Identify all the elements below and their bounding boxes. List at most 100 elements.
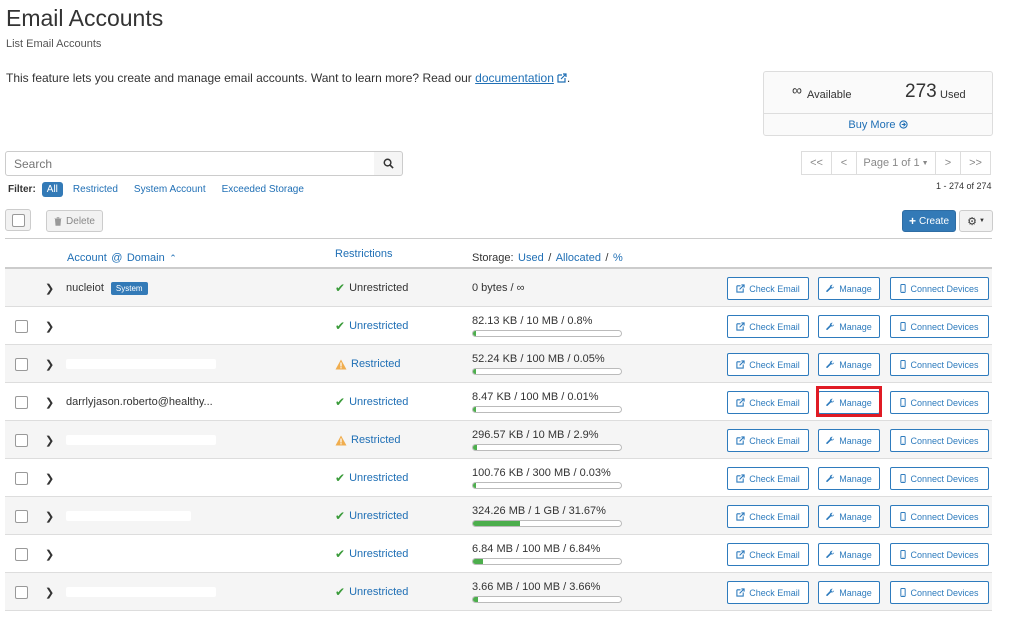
create-button[interactable]: + Create [902,210,956,232]
quota-summary: ∞ Available 273 Used [764,72,992,114]
connect-devices-button[interactable]: Connect Devices [890,353,989,376]
storage-cell: 52.24 KB / 100 MB / 0.05% [472,345,622,383]
expand-chevron-icon[interactable]: ❯ [45,269,54,307]
search-input[interactable] [5,151,375,176]
restriction-status[interactable]: Unrestricted [349,548,408,560]
expand-chevron-icon[interactable]: ❯ [45,345,54,383]
check-email-label: Check Email [749,587,800,598]
expand-chevron-icon[interactable]: ❯ [45,573,54,611]
select-all-button[interactable] [5,209,31,231]
restriction-status[interactable]: Restricted [351,358,401,370]
expand-chevron-icon[interactable]: ❯ [45,535,54,573]
restriction-status[interactable]: Unrestricted [349,472,408,484]
sort-percent[interactable]: % [613,252,623,264]
last-page-button[interactable]: >> [960,151,991,175]
manage-label: Manage [839,283,872,294]
table-row: ❯ ✔ Unrestricted 6.84 MB / 100 MB / 6.84% Ch… [5,535,992,573]
check-email-button[interactable]: Check Email [727,353,809,376]
row-checkbox[interactable] [15,319,28,333]
sort-used[interactable]: Used [518,252,544,264]
manage-button[interactable]: Manage [818,315,880,338]
external-link-icon [736,512,745,521]
storage-bar-fill [473,559,484,564]
select-all-checkbox[interactable] [11,213,25,227]
connect-devices-button[interactable]: Connect Devices [890,581,989,604]
restriction-status[interactable]: Unrestricted [349,586,408,598]
check-email-label: Check Email [749,283,800,294]
row-checkbox[interactable] [15,395,28,409]
storage-cell: 296.57 KB / 10 MB / 2.9% [472,421,622,459]
available-label: Available [807,89,852,101]
connect-devices-label: Connect Devices [910,397,979,408]
connect-devices-button[interactable]: Connect Devices [890,543,989,566]
manage-button[interactable]: Manage [818,581,880,604]
check-email-button[interactable]: Check Email [727,505,809,528]
connect-devices-button[interactable]: Connect Devices [890,315,989,338]
restrictions-header[interactable]: Restrictions [335,248,392,260]
expand-chevron-icon[interactable]: ❯ [45,497,54,535]
manage-button[interactable]: Manage [818,543,880,566]
first-page-button[interactable]: << [801,151,832,175]
account-name: nucleiot [66,282,104,294]
external-link-icon [736,398,745,407]
check-email-button[interactable]: Check Email [727,391,809,414]
redacted-account-name [66,511,191,521]
connect-devices-button[interactable]: Connect Devices [890,505,989,528]
mobile-phone-icon [900,474,907,483]
restriction-cell: ✔ Unrestricted [335,459,408,497]
account-cell [66,459,216,497]
check-email-button[interactable]: Check Email [727,429,809,452]
warning-icon [335,359,347,369]
storage-bar-fill [473,521,520,526]
manage-button[interactable]: Manage [818,353,880,376]
manage-button[interactable]: Manage [818,505,880,528]
next-page-button[interactable]: > [935,151,961,175]
table-row: ❯ Restricted 52.24 KB / 100 MB / 0.05% Chec… [5,345,992,383]
row-checkbox[interactable] [15,471,28,485]
account-domain-sort[interactable]: Account @ Domain ⌃ [67,248,177,266]
filter-all[interactable]: All [41,182,63,197]
check-email-button[interactable]: Check Email [727,467,809,490]
restriction-status[interactable]: Unrestricted [349,320,408,332]
row-checkbox[interactable] [15,585,28,599]
page-select[interactable]: Page 1 of 1 ▼ [856,151,936,175]
manage-button[interactable]: Manage [818,277,880,300]
sort-allocated[interactable]: Allocated [556,252,601,264]
delete-button[interactable]: Delete [46,210,103,232]
plus-icon: + [908,214,916,228]
wrench-icon [826,512,835,520]
mobile-phone-icon [900,360,907,369]
expand-chevron-icon[interactable]: ❯ [45,421,54,459]
restriction-status[interactable]: Unrestricted [349,396,408,408]
row-checkbox[interactable] [15,357,28,371]
storage-text: 0 bytes / ∞ [472,282,525,294]
buy-more-link[interactable]: Buy More [764,114,992,136]
prev-page-button[interactable]: < [831,151,857,175]
row-checkbox[interactable] [15,509,28,523]
filter-restricted[interactable]: Restricted [73,184,118,195]
check-email-button[interactable]: Check Email [727,315,809,338]
check-email-button[interactable]: Check Email [727,581,809,604]
documentation-link[interactable]: documentation [475,71,554,85]
row-checkbox[interactable] [15,547,28,561]
restriction-status[interactable]: Restricted [351,434,401,446]
check-email-button[interactable]: Check Email [727,277,809,300]
connect-devices-button[interactable]: Connect Devices [890,391,989,414]
filter-system-account[interactable]: System Account [134,184,206,195]
table-row: ❯ ✔ Unrestricted 324.26 MB / 1 GB / 31.67% C… [5,497,992,535]
filter-exceeded-storage[interactable]: Exceeded Storage [222,184,304,195]
restriction-status[interactable]: Unrestricted [349,510,408,522]
expand-chevron-icon[interactable]: ❯ [45,383,54,421]
expand-chevron-icon[interactable]: ❯ [45,307,54,345]
manage-button[interactable]: Manage [818,467,880,490]
manage-button[interactable]: Manage [818,429,880,452]
check-email-button[interactable]: Check Email [727,543,809,566]
connect-devices-button[interactable]: Connect Devices [890,429,989,452]
search-button[interactable] [374,151,403,176]
expand-chevron-icon[interactable]: ❯ [45,459,54,497]
connect-devices-button[interactable]: Connect Devices [890,277,989,300]
page-title: Email Accounts [6,5,164,31]
settings-dropdown[interactable]: ⚙ ▼ [959,210,993,232]
row-checkbox[interactable] [15,433,28,447]
connect-devices-button[interactable]: Connect Devices [890,467,989,490]
